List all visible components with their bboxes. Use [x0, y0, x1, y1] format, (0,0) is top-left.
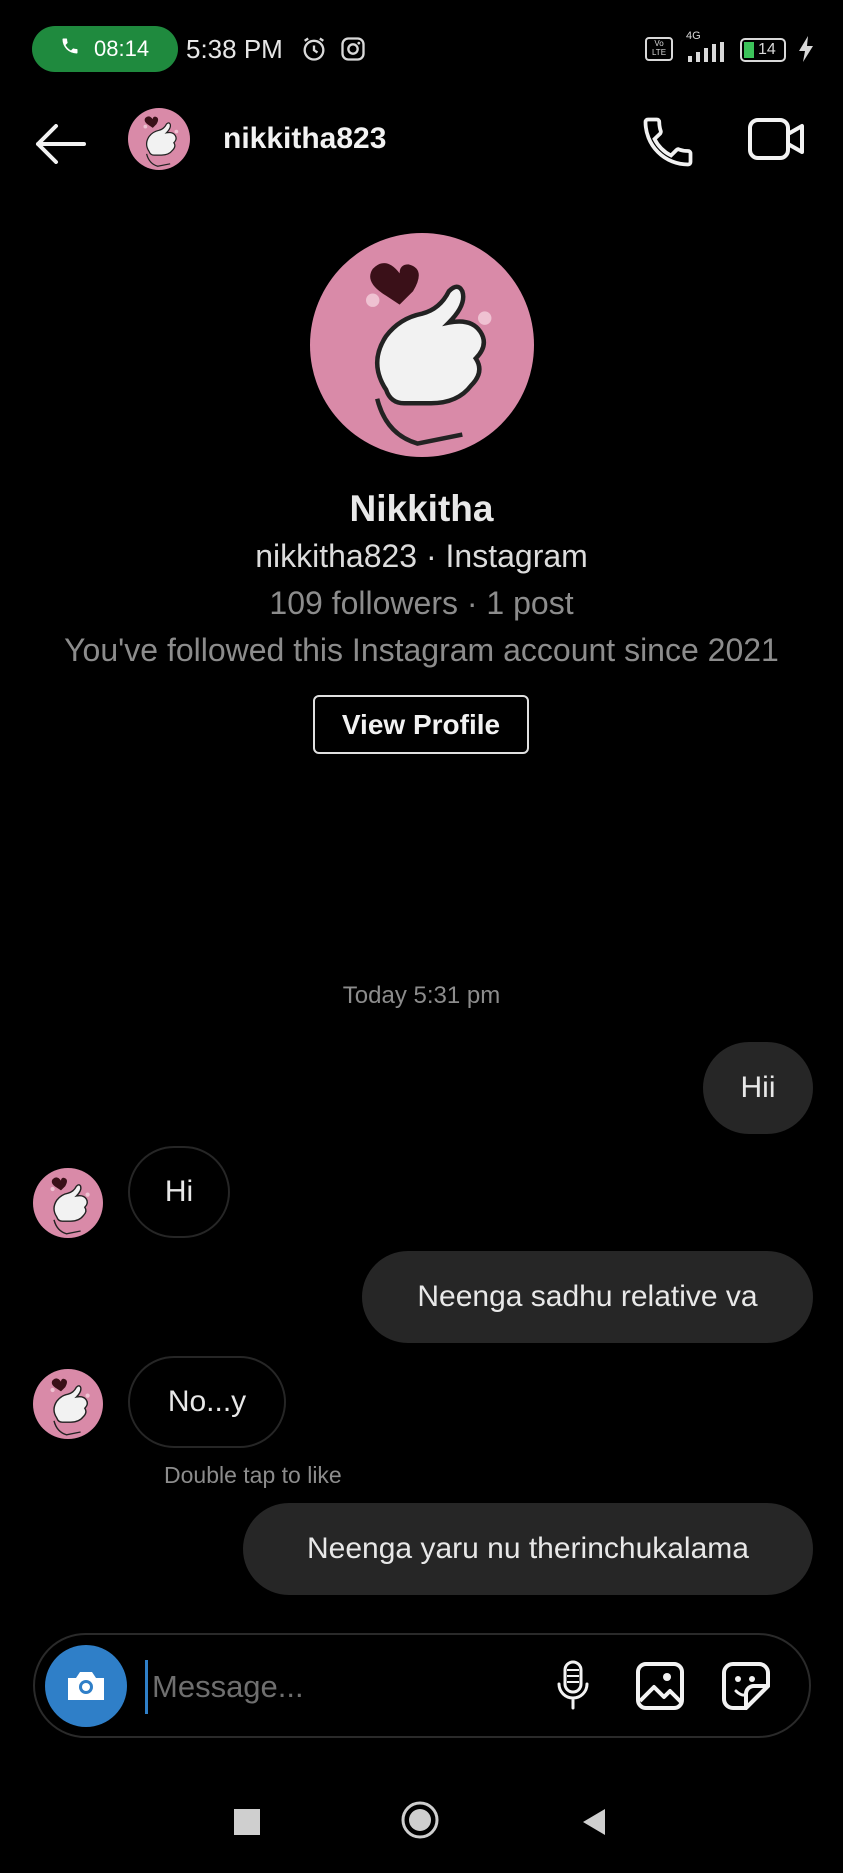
square-icon: [234, 1809, 260, 1835]
camera-icon: [68, 1672, 104, 1700]
ongoing-call-pill[interactable]: 08:14: [32, 26, 178, 72]
thread-timestamp: Today 5:31 pm: [342, 982, 501, 1009]
home-circle-icon: [401, 1801, 439, 1839]
back-nav-button[interactable]: [564, 1792, 624, 1852]
message-outgoing[interactable]: Neenga yaru nu therinchukalama: [243, 1503, 813, 1595]
phone-icon: [643, 117, 693, 167]
sticker-icon: [722, 1662, 770, 1710]
double-tap-hint: Double tap to like: [164, 1462, 342, 1488]
follow-since-text: You've followed this Instagram account s…: [64, 632, 779, 668]
voice-message-button[interactable]: [545, 1658, 601, 1714]
phone-icon: [60, 36, 80, 62]
message-incoming[interactable]: No...y: [128, 1356, 286, 1448]
profile-avatar[interactable]: [310, 233, 534, 457]
home-button[interactable]: [390, 1790, 450, 1850]
image-icon: [636, 1662, 684, 1710]
view-profile-button[interactable]: View Profile: [313, 695, 529, 754]
message-text: Neenga sadhu relative va: [417, 1280, 758, 1313]
recent-apps-button[interactable]: [217, 1792, 277, 1852]
triangle-left-icon: [583, 1809, 605, 1835]
status-time: 5:38 PM: [186, 34, 283, 64]
battery-level: 14: [758, 41, 776, 58]
battery-icon: 14: [740, 38, 786, 62]
message-text: No...y: [167, 1385, 247, 1418]
gallery-button[interactable]: [632, 1658, 688, 1714]
volte-label: Vo LTE: [651, 39, 667, 57]
profile-stats: 109 followers · 1 post: [269, 585, 574, 621]
charging-icon: [797, 36, 815, 67]
sender-avatar[interactable]: [33, 1168, 103, 1238]
sender-avatar[interactable]: [33, 1369, 103, 1439]
profile-name: Nikkitha: [349, 488, 494, 529]
message-text: Hii: [740, 1071, 776, 1104]
network-type: 4G: [686, 30, 701, 42]
volte-icon: Vo LTE: [645, 37, 673, 61]
alarm-icon: [300, 35, 328, 68]
video-camera-icon: [748, 118, 804, 160]
call-timer: 08:14: [94, 36, 150, 61]
message-text: Neenga yaru nu therinchukalama: [307, 1532, 749, 1565]
message-incoming[interactable]: Hi: [128, 1146, 230, 1238]
profile-handle: nikkitha823 · Instagram: [255, 538, 588, 574]
header-username[interactable]: nikkitha823: [223, 122, 386, 156]
message-outgoing[interactable]: Hii: [703, 1042, 813, 1134]
video-call-button[interactable]: [746, 112, 812, 172]
camera-button[interactable]: [45, 1645, 127, 1727]
message-input[interactable]: [145, 1660, 534, 1714]
battery-fill: [744, 42, 754, 58]
message-text: Hi: [164, 1175, 194, 1208]
audio-call-button[interactable]: [638, 112, 698, 172]
message-outgoing[interactable]: Neenga sadhu relative va: [362, 1251, 813, 1343]
header-avatar[interactable]: [128, 108, 190, 170]
signal-icon: [686, 42, 726, 67]
microphone-icon: [557, 1660, 589, 1710]
arrow-left-icon: [36, 124, 86, 164]
sticker-button[interactable]: [718, 1658, 774, 1714]
back-button[interactable]: [30, 118, 90, 170]
instagram-notification-icon: [339, 35, 367, 68]
